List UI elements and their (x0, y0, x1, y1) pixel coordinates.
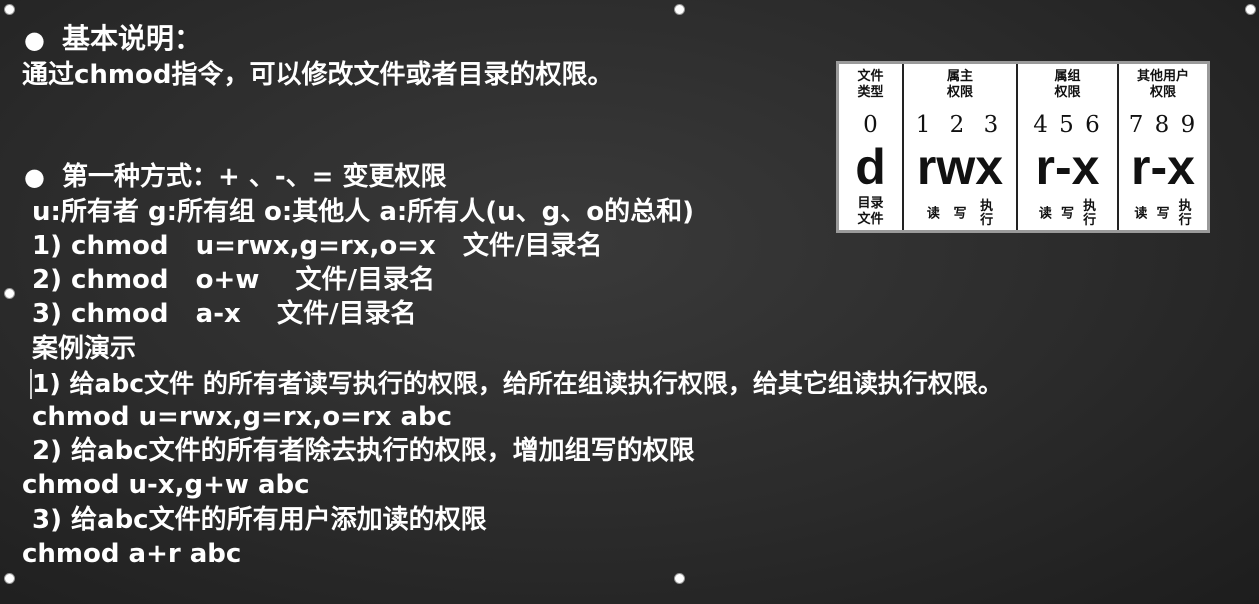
column-header: 文件 类型 (857, 69, 884, 100)
basic-text: 通过chmod指令，可以修改文件或者目录的权限。 (22, 60, 614, 90)
demo-title: 案例演示 (32, 334, 137, 364)
bit-index: 4 5 6 (1033, 112, 1102, 138)
file-type-column: 文件 类型 0 d 目录 文件 (839, 64, 904, 230)
selection-handle-top-left[interactable] (4, 4, 15, 15)
column-header: 属组 权限 (1054, 69, 1081, 100)
case-3-description: 3) 给abc文件的所有用户添加读的权限 (32, 505, 487, 535)
column-footer: 读 写 执行 (1134, 199, 1192, 228)
bit-index: 1 2 3 (915, 112, 1005, 138)
column-header: 其他用户 权限 (1136, 69, 1189, 100)
method1-command-2: 2) chmod o+w 文件/目录名 (32, 265, 436, 295)
selection-handle-top-middle[interactable] (674, 4, 685, 15)
method1-command-3: 3) chmod a-x 文件/目录名 (32, 299, 417, 329)
selection-handle-top-right[interactable] (1245, 4, 1256, 15)
group-permission-column: 属组 权限 4 5 6 r-x 读 写 执行 (1018, 64, 1119, 230)
bit-index: 7 8 9 (1128, 112, 1198, 138)
case-1-description: 1) 给abc文件 的所有者读写执行的权限，给所在组读执行权限，给其它组读执行权… (32, 369, 1003, 398)
basic-heading: 基本说明： (62, 22, 203, 55)
method1-heading: 第一种方式：+ 、-、= 变更权限 (62, 162, 447, 192)
selection-handle-bottom-left[interactable] (4, 573, 15, 584)
owner-permission-column: 属主 权限 1 2 3 rwx 读 写 执行 (904, 64, 1018, 230)
case-2-description: 2) 给abc文件的所有者除去执行的权限，增加组写的权限 (32, 436, 695, 466)
method1-command-1: 1) chmod u=rwx,g=rx,o=x 文件/目录名 (32, 231, 603, 261)
method1-legend: u:所有者 g:所有组 o:其他人 a:所有人(u、g、o的总和) (32, 197, 695, 227)
permission-letters: r-x (1131, 139, 1195, 195)
selection-handle-bottom-middle[interactable] (674, 573, 685, 584)
column-footer: 目录 文件 (857, 196, 884, 227)
bullet-icon: ● (24, 26, 45, 54)
others-permission-column: 其他用户 权限 7 8 9 r-x 读 写 执行 (1119, 64, 1207, 230)
column-footer: 读 写 执行 (1038, 199, 1097, 228)
permission-letters: r-x (1035, 139, 1100, 195)
column-footer: 读 写 执行 (926, 199, 994, 228)
case-2-command: chmod u-x,g+w abc (22, 470, 310, 500)
permission-letters: rwx (916, 139, 1004, 195)
permission-diagram: 文件 类型 0 d 目录 文件 属主 权限 1 2 3 rwx 读 写 执行 属… (836, 61, 1210, 233)
selection-handle-middle-left[interactable] (4, 288, 15, 299)
permission-letters: d (855, 139, 886, 195)
bullet-icon: ● (24, 163, 45, 191)
case-3-command: chmod a+r abc (22, 539, 242, 569)
case-1-command: chmod u=rwx,g=rx,o=rx abc (32, 402, 453, 432)
bit-index: 0 (863, 112, 878, 138)
column-header: 属主 权限 (946, 69, 973, 100)
